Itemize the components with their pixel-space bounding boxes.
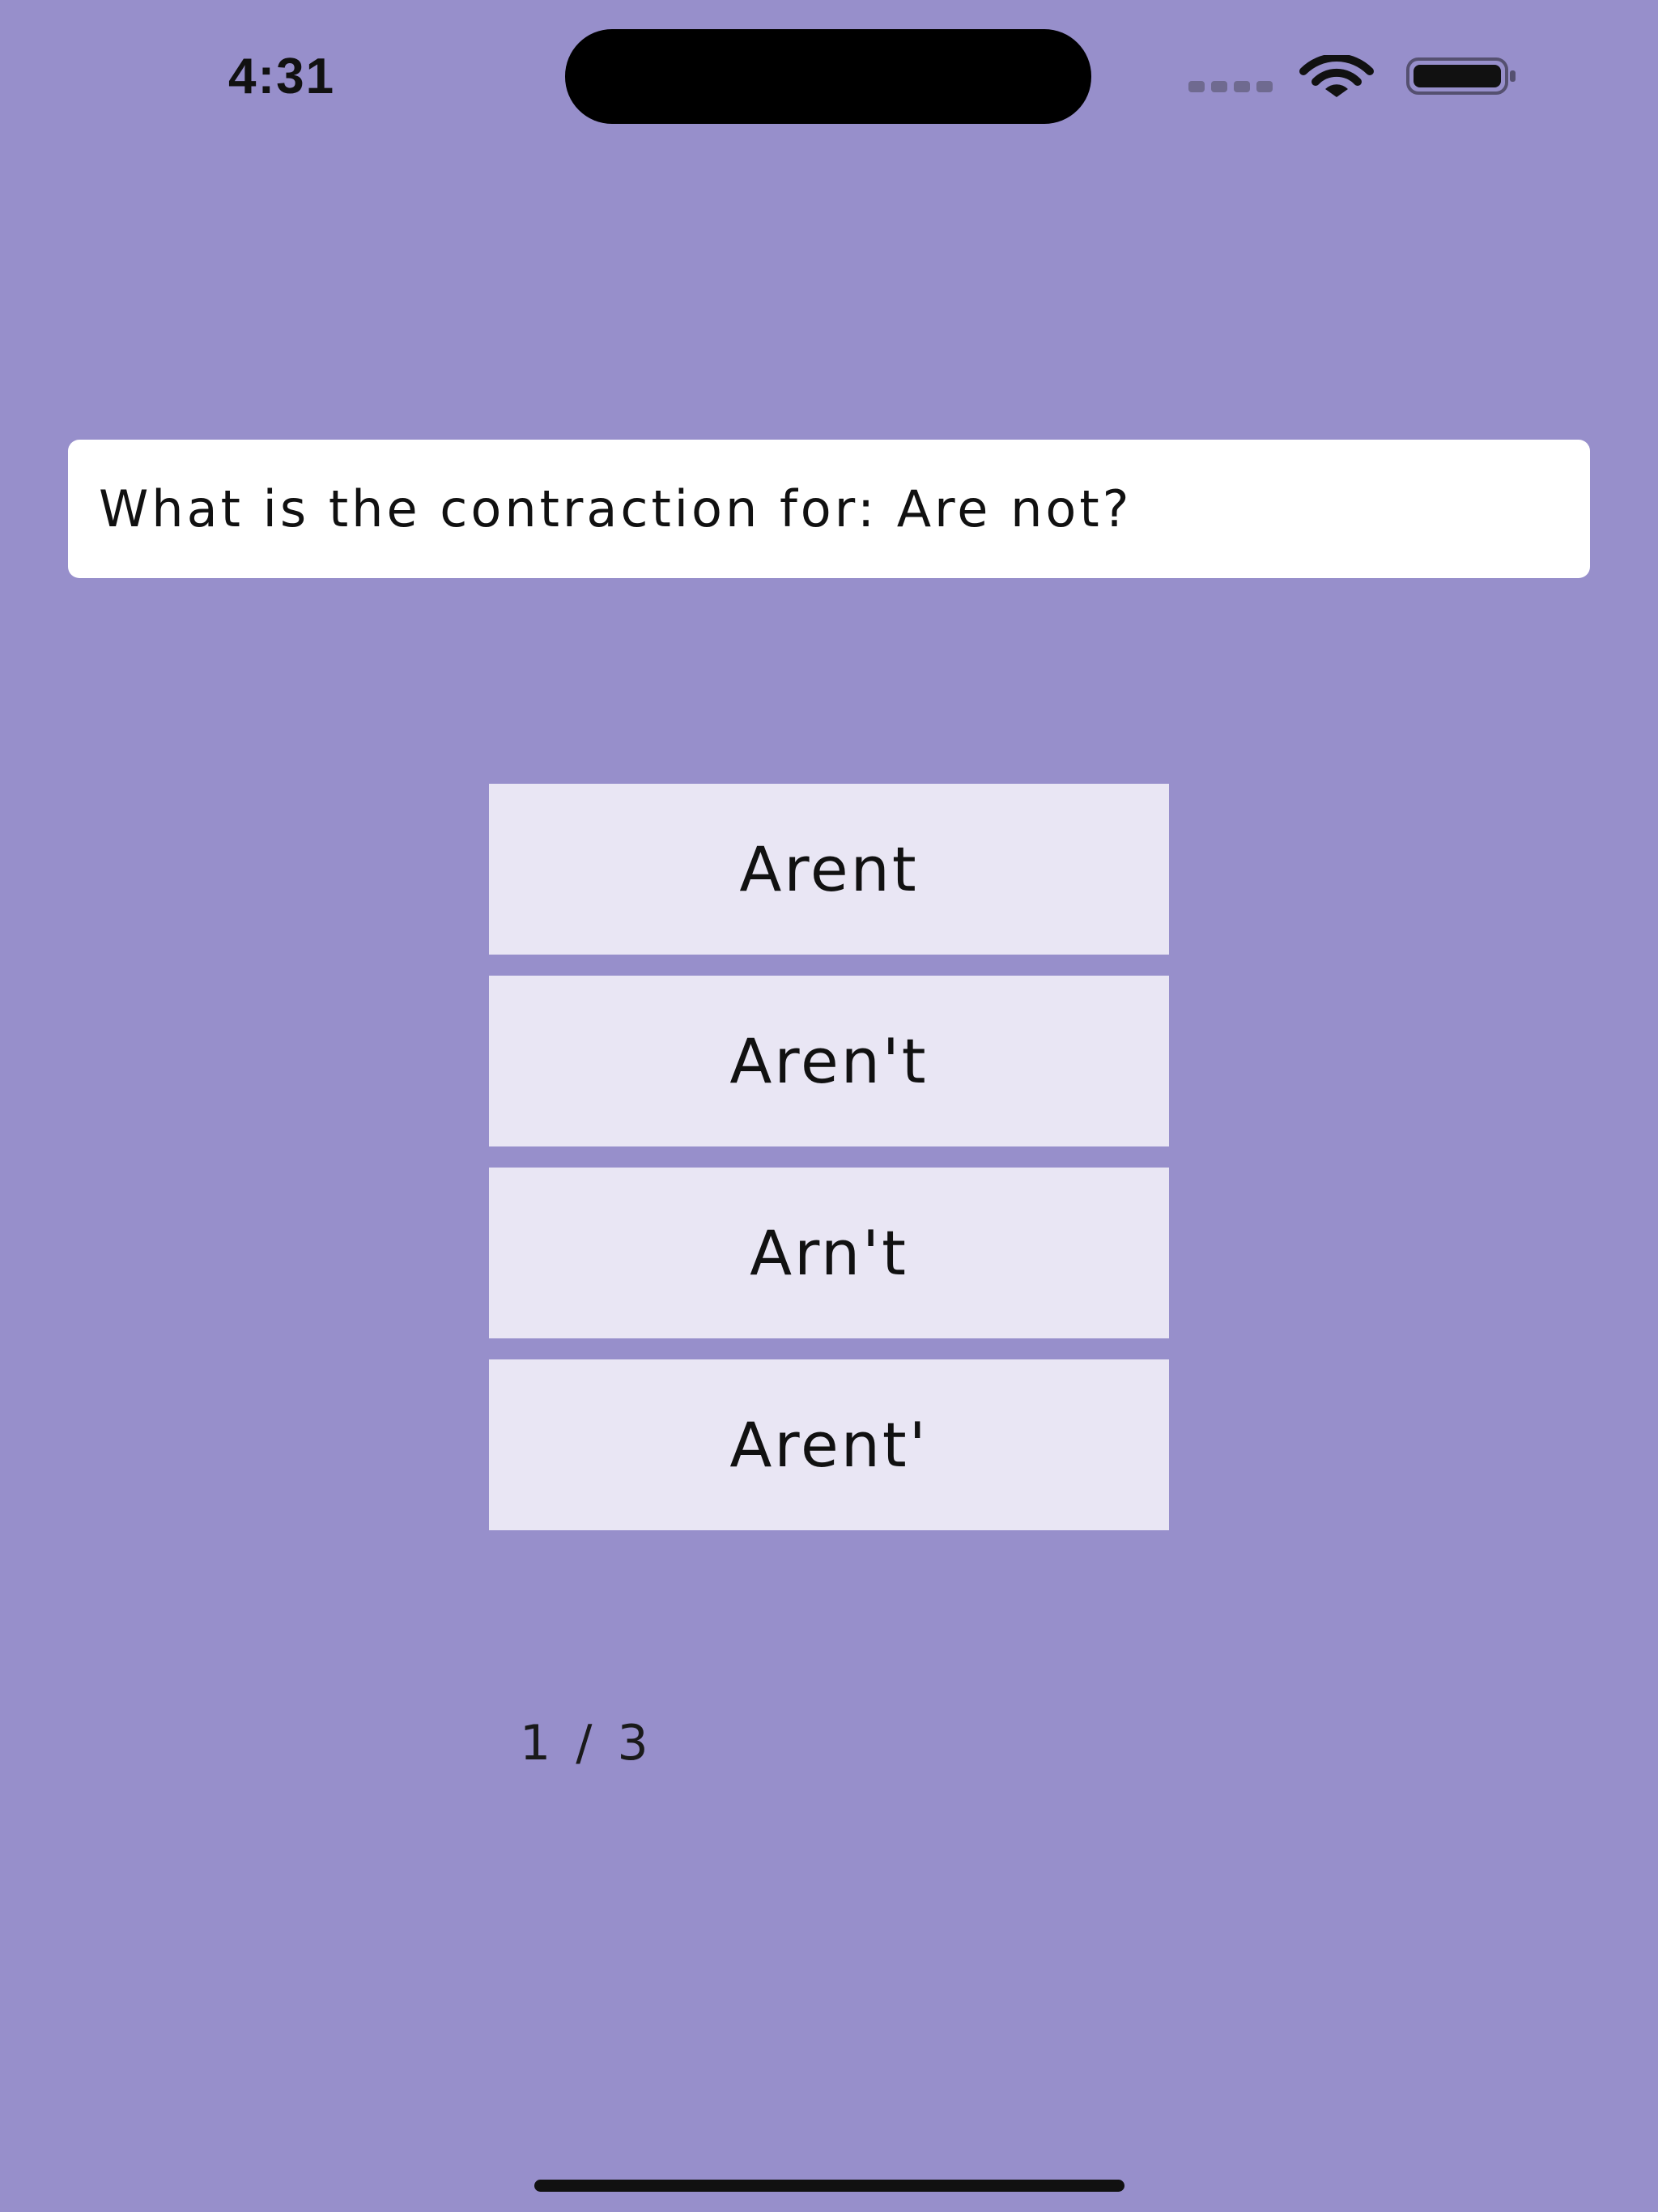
home-indicator[interactable] [534, 2180, 1124, 2192]
cellular-signal-icon [1188, 81, 1273, 92]
answer-button-1[interactable]: Arent [489, 784, 1169, 955]
question-text: What is the contraction for: Are not? [99, 479, 1133, 538]
question-progress: 1 / 3 [520, 1715, 653, 1772]
battery-icon [1406, 57, 1516, 95]
question-card: What is the contraction for: Are not? [68, 440, 1590, 578]
wifi-icon [1299, 55, 1374, 97]
answer-button-3[interactable]: Arn't [489, 1168, 1169, 1338]
status-bar: 4:31 [0, 0, 1658, 154]
status-time: 4:31 [228, 49, 336, 104]
answer-button-4[interactable]: Arent' [489, 1359, 1169, 1530]
dynamic-island [565, 29, 1091, 124]
answer-button-2[interactable]: Aren't [489, 976, 1169, 1146]
